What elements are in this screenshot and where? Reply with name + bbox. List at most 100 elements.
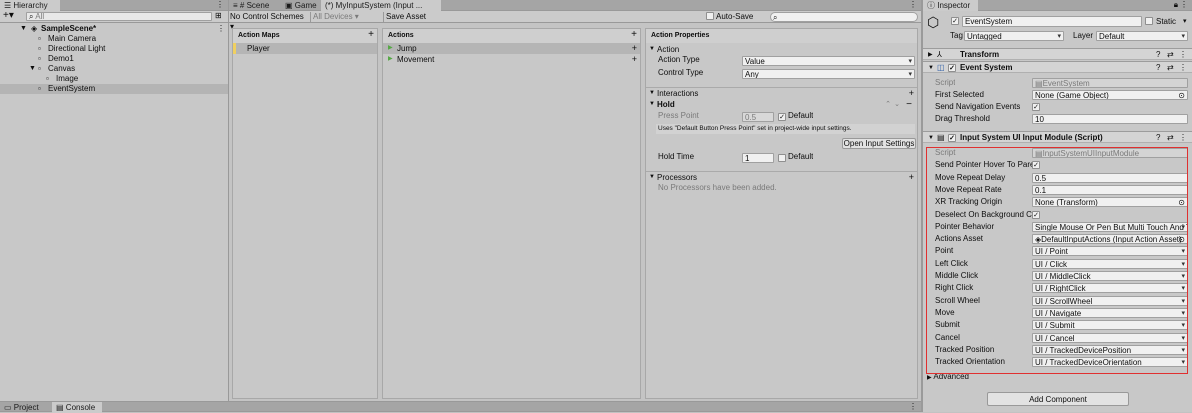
drag-threshold-field[interactable]: 10: [1032, 114, 1188, 124]
component-menu-icon[interactable]: ⋮: [1179, 132, 1187, 144]
add-icon[interactable]: +▾: [3, 10, 14, 21]
add-action-map-icon[interactable]: +: [368, 28, 374, 42]
collapsed-arrow-icon[interactable]: ▶: [928, 49, 933, 61]
move-down-icon[interactable]: ⌄: [894, 99, 900, 110]
component-menu-icon[interactable]: ⋮: [1179, 49, 1187, 61]
layer-dropdown[interactable]: Default: [1096, 31, 1188, 41]
panel-menu-icon[interactable]: ⋮: [216, 0, 224, 9]
move-up-icon[interactable]: ⌃: [885, 99, 891, 110]
event-system-component-header[interactable]: ▼ ◫ ✓ Event System ? ⇄ ⋮: [923, 61, 1192, 73]
remove-icon[interactable]: −: [906, 99, 912, 110]
add-component-button[interactable]: Add Component: [987, 392, 1129, 406]
tag-dropdown[interactable]: Untagged: [964, 31, 1064, 41]
collapsed-arrow-icon[interactable]: ▶: [927, 375, 932, 381]
scene-icon: #: [239, 1, 245, 10]
action-item-jump[interactable]: ▶ Jump +: [383, 43, 640, 54]
collapsed-arrow-icon[interactable]: ▶: [388, 54, 393, 65]
lock-icon[interactable]: 🔒︎: [1174, 0, 1178, 10]
component-menu-icon[interactable]: ⋮: [1179, 62, 1187, 74]
help-icon[interactable]: ?: [1156, 49, 1160, 61]
help-icon[interactable]: ?: [1156, 132, 1160, 144]
preset-icon[interactable]: ⇄: [1167, 132, 1174, 144]
auto-save-checkbox[interactable]: [706, 12, 714, 20]
hierarchy-search-input[interactable]: ⌕ All: [26, 12, 212, 21]
tab-console[interactable]: ▤ Console: [52, 402, 102, 413]
first-selected-field[interactable]: None (Game Object) ⊙: [1032, 90, 1188, 100]
control-schemes-dropdown[interactable]: No Control Schemes ▾: [230, 12, 308, 31]
send-navigation-events-checkbox[interactable]: ✓: [1032, 103, 1040, 111]
component-enabled-checkbox[interactable]: ✓: [948, 64, 956, 72]
unity-scene-icon: ◈: [31, 24, 38, 33]
hierarchy-item-scene[interactable]: ▼ ◈ SampleScene* ⋮: [0, 24, 228, 34]
hold-interaction-row[interactable]: ▼ Hold ⌃ ⌄ −: [646, 99, 917, 110]
script-icon: ▤: [937, 133, 945, 142]
add-interaction-icon[interactable]: +: [909, 88, 914, 99]
preset-icon[interactable]: ⇄: [1167, 49, 1174, 61]
hierarchy-item-canvas[interactable]: ▼ ▫ Canvas: [0, 64, 228, 74]
object-picker-icon[interactable]: ⊙: [1178, 91, 1185, 99]
event-system-script-field[interactable]: ▤EventSystem: [1032, 78, 1188, 88]
transform-component-header[interactable]: ▶ ⅄ Transform ? ⇄ ⋮: [923, 48, 1192, 60]
action-map-item-player[interactable]: Player: [233, 43, 377, 54]
actions-search-input[interactable]: ⌕: [770, 12, 918, 22]
action-item-movement[interactable]: ▶ Movement +: [383, 54, 640, 65]
panel-menu-icon[interactable]: ⋮: [909, 0, 917, 9]
expand-arrow-icon[interactable]: ▼: [29, 64, 36, 74]
press-point-field[interactable]: 0.5: [742, 112, 774, 122]
help-icon[interactable]: ?: [1156, 62, 1160, 74]
hierarchy-item-eventsystem[interactable]: ▫ EventSystem: [0, 84, 228, 94]
expand-arrow-icon[interactable]: ▼: [649, 99, 655, 110]
hierarchy-item-main-camera[interactable]: ▫ Main Camera: [0, 34, 228, 44]
tab-input-asset[interactable]: (*) MyInputSystem (Input ...: [321, 0, 441, 11]
add-processor-icon[interactable]: +: [909, 172, 914, 183]
press-point-default-checkbox[interactable]: ✓: [778, 113, 786, 121]
search-filter-icon[interactable]: ⊞: [215, 11, 222, 20]
expand-arrow-icon[interactable]: ▼: [928, 132, 934, 144]
save-asset-button[interactable]: Save Asset: [386, 12, 426, 22]
transform-icon: ⅄: [937, 50, 942, 59]
processors-section[interactable]: ▼ Processors +: [646, 171, 917, 182]
collapsed-arrow-icon[interactable]: ▶: [388, 43, 393, 54]
control-type-dropdown[interactable]: Any: [742, 69, 915, 79]
search-icon: ⌕: [29, 12, 34, 21]
hold-time-default-checkbox[interactable]: [778, 154, 786, 162]
bottom-tabbar: ▭ Project ▤ Console ⋮: [0, 401, 921, 413]
component-enabled-checkbox[interactable]: ✓: [948, 134, 956, 142]
add-binding-icon[interactable]: +: [632, 43, 637, 54]
static-checkbox[interactable]: [1145, 17, 1153, 25]
scene-menu-icon[interactable]: ⋮: [217, 24, 225, 34]
selected-indicator: [233, 43, 236, 54]
hold-time-field[interactable]: 1: [742, 153, 774, 163]
preset-icon[interactable]: ⇄: [1167, 62, 1174, 74]
open-input-settings-button[interactable]: Open Input Settings: [842, 138, 916, 149]
expand-arrow-icon[interactable]: ▼: [649, 88, 655, 99]
action-type-dropdown[interactable]: Value: [742, 56, 915, 66]
hierarchy-item-directional-light[interactable]: ▫ Directional Light: [0, 44, 228, 54]
hierarchy-item-demo1[interactable]: ▫ Demo1: [0, 54, 228, 64]
tag-label: Tag: [950, 31, 963, 40]
gameobject-cube-icon: ⬡: [927, 14, 940, 30]
tab-inspector[interactable]: ⓘ Inspector: [923, 0, 978, 11]
expand-arrow-icon[interactable]: ▼: [20, 24, 27, 34]
expand-arrow-icon[interactable]: ▼: [649, 172, 655, 183]
active-checkbox[interactable]: ✓: [951, 17, 959, 25]
panel-menu-icon[interactable]: ⋮: [909, 402, 917, 411]
no-processors-label: No Processors have been added.: [658, 183, 777, 192]
add-binding-icon[interactable]: +: [632, 54, 637, 65]
expand-arrow-icon[interactable]: ▼: [649, 44, 655, 55]
center-tabbar: ≡ # Scene ▣ Game (*) MyInputSystem (Inpu…: [229, 0, 921, 11]
gameobject-cube-icon: ▫: [38, 84, 41, 93]
press-point-label: Press Point: [658, 111, 699, 120]
add-action-icon[interactable]: +: [631, 28, 637, 42]
tab-project[interactable]: ▭ Project: [0, 402, 48, 413]
panel-menu-icon[interactable]: ⋮: [1180, 0, 1188, 9]
object-name-field[interactable]: EventSystem: [962, 16, 1142, 27]
input-module-component-header[interactable]: ▼ ▤ ✓ Input System UI Input Module (Scri…: [923, 131, 1192, 143]
tab-game[interactable]: ▣ Game: [281, 0, 321, 11]
hierarchy-item-image[interactable]: ▫ Image: [0, 74, 228, 84]
static-dropdown-icon[interactable]: ▾: [1183, 16, 1187, 27]
devices-dropdown[interactable]: All Devices ▾: [313, 12, 381, 22]
interactions-section[interactable]: ▼ Interactions +: [646, 87, 917, 98]
action-properties-column: Action Properties ▼ Action Action Type V…: [645, 28, 918, 399]
expand-arrow-icon[interactable]: ▼: [928, 62, 934, 74]
